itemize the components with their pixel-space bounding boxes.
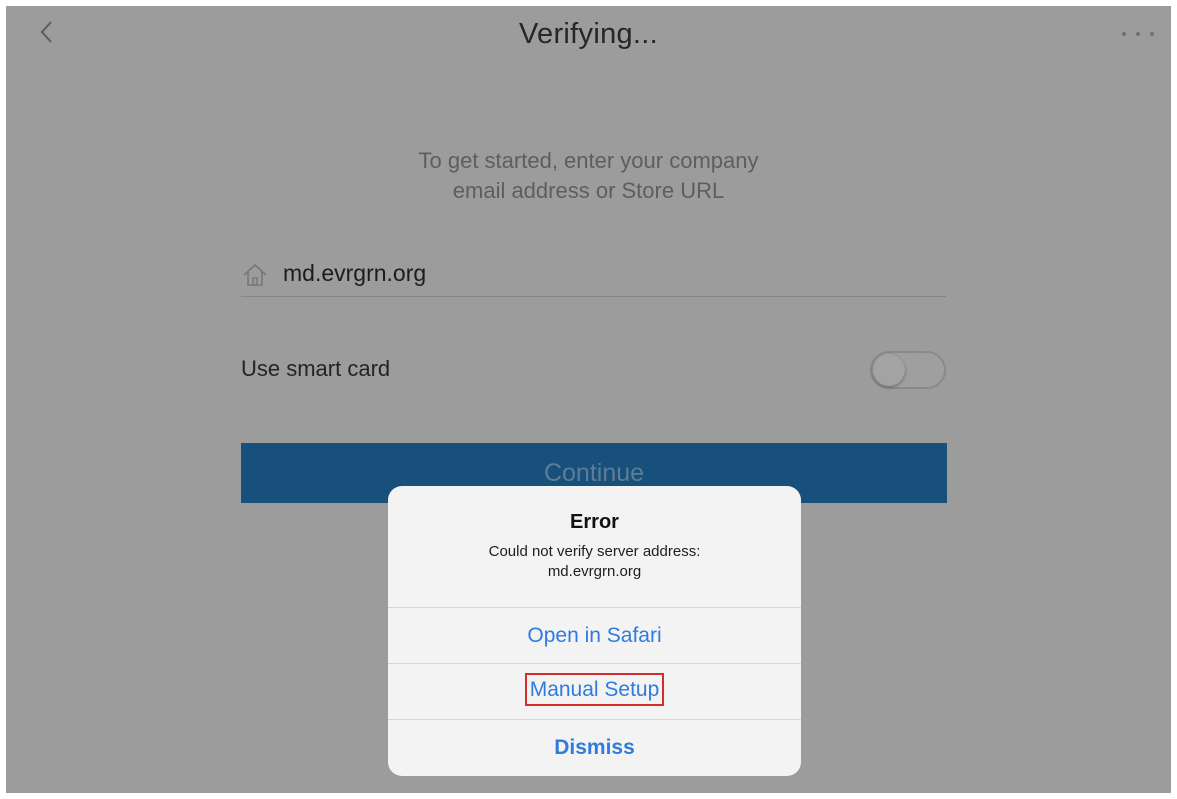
dismiss-button[interactable]: Dismiss	[388, 719, 801, 775]
manual-setup-button[interactable]: Manual Setup	[388, 663, 801, 719]
error-alert-dialog: Error Could not verify server address: m…	[388, 486, 801, 776]
smart-card-label: Use smart card	[241, 356, 391, 381]
email-value[interactable]: md.evrgrn.org	[283, 260, 426, 287]
more-dots-icon	[1122, 32, 1126, 36]
more-options-button[interactable]	[1116, 24, 1160, 44]
smart-card-toggle[interactable]	[870, 351, 946, 389]
email-field[interactable]: md.evrgrn.org	[241, 253, 946, 297]
alert-message-line-1: Could not verify server address:	[488, 543, 701, 560]
manual-setup-label: Manual Setup	[524, 672, 665, 706]
alert-header: Error Could not verify server address: m…	[388, 486, 801, 607]
intro-line-1: To get started, enter your company	[418, 148, 759, 173]
page-title: Verifying...	[519, 18, 658, 50]
app-screen: Verifying... To get started, enter your …	[6, 6, 1171, 793]
alert-message: Could not verify server address: md.evrg…	[435, 542, 755, 582]
alert-title: Error	[570, 511, 619, 533]
intro-line-2: email address or Store URL	[452, 178, 725, 203]
toggle-knob	[873, 354, 905, 386]
alert-message-line-2: md.evrgrn.org	[547, 563, 642, 580]
intro-text: To get started, enter your company email…	[6, 146, 1171, 206]
home-icon	[243, 263, 267, 286]
open-in-safari-button[interactable]: Open in Safari	[388, 607, 801, 663]
